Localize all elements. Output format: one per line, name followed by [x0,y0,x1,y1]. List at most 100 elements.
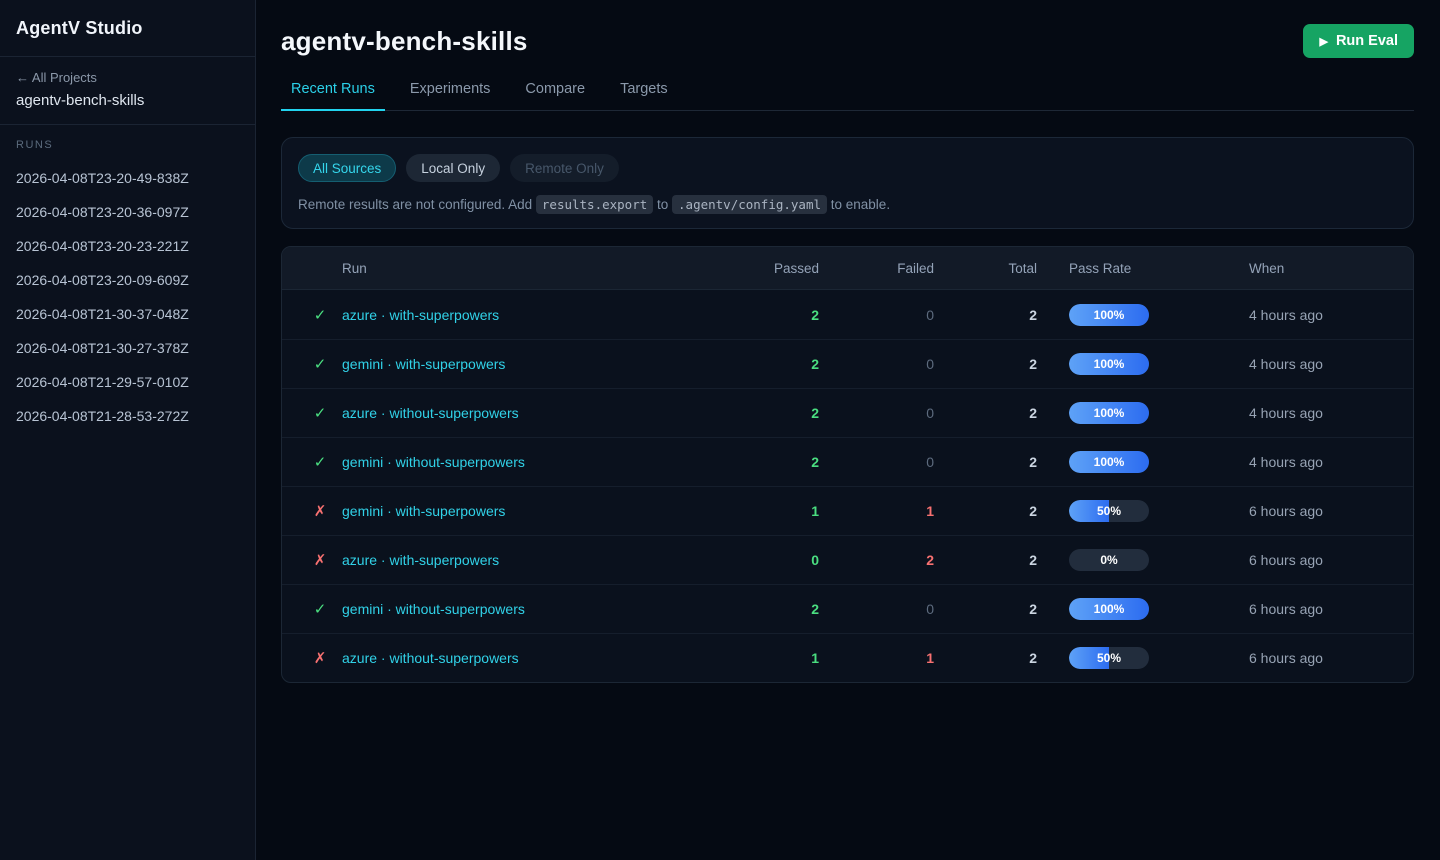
passed-cell: 1 [729,650,819,666]
sidebar-run-item[interactable]: 2026-04-08T21-30-37-048Z [16,297,239,331]
status-icon: ✗ [298,551,342,569]
table-row[interactable]: ✗ azure · without-superpowers 1 1 2 50% … [282,633,1413,682]
total-cell: 2 [934,454,1037,470]
when-cell: 4 hours ago [1249,356,1413,372]
source-filter-pills: All Sources Local Only Remote Only [298,154,1397,182]
total-cell: 2 [934,601,1037,617]
main-content: agentv-bench-skills ▶ Run Eval Recent Ru… [256,0,1440,860]
table-row[interactable]: ✓ gemini · without-superpowers 2 0 2 100… [282,437,1413,486]
table-row[interactable]: ✓ gemini · without-superpowers 2 0 2 100… [282,584,1413,633]
tab-bar: Recent Runs Experiments Compare Targets [281,81,1414,111]
run-link[interactable]: azure · with-superpowers [342,307,729,323]
sidebar-project-section: ← All Projects agentv-bench-skills [0,57,255,125]
total-cell: 2 [934,307,1037,323]
page-title: agentv-bench-skills [281,26,528,57]
table-row[interactable]: ✗ azure · with-superpowers 0 2 2 0% 6 ho… [282,535,1413,584]
app-title: AgentV Studio [16,18,239,39]
sidebar-header: AgentV Studio [0,0,255,57]
pass-rate-cell: 50% [1037,647,1249,669]
pass-rate-label: 100% [1069,353,1149,375]
source-filter-pill[interactable]: Local Only [406,154,500,182]
col-pass-rate: Pass Rate [1037,261,1249,276]
when-cell: 4 hours ago [1249,307,1413,323]
sidebar-project-name: agentv-bench-skills [16,92,239,109]
source-filter-pill[interactable]: Remote Only [510,154,619,182]
table-row[interactable]: ✗ gemini · with-superpowers 1 1 2 50% 6 … [282,486,1413,535]
runs-table: Run Passed Failed Total Pass Rate When ✓… [281,246,1414,683]
back-all-projects-link[interactable]: ← All Projects [16,70,239,85]
sidebar-run-item[interactable]: 2026-04-08T23-20-09-609Z [16,263,239,297]
tab[interactable]: Experiments [400,81,501,111]
note-middle: to [653,197,672,212]
status-icon: ✗ [298,649,342,667]
when-cell: 6 hours ago [1249,552,1413,568]
sidebar-run-item[interactable]: 2026-04-08T23-20-36-097Z [16,195,239,229]
code-results-export: results.export [536,195,653,214]
status-icon: ✓ [298,355,342,373]
pass-rate-label: 50% [1069,500,1149,522]
tab[interactable]: Targets [610,81,678,111]
pass-rate-cell: 100% [1037,304,1249,326]
failed-cell: 0 [819,405,934,421]
table-body: ✓ azure · with-superpowers 2 0 2 100% 4 … [282,290,1413,682]
passed-cell: 2 [729,356,819,372]
run-link[interactable]: azure · without-superpowers [342,650,729,666]
table-row[interactable]: ✓ azure · without-superpowers 2 0 2 100%… [282,388,1413,437]
note-suffix: to enable. [827,197,890,212]
pass-rate-label: 50% [1069,647,1149,669]
run-eval-button[interactable]: ▶ Run Eval [1303,24,1414,58]
failed-cell: 0 [819,356,934,372]
failed-cell: 1 [819,503,934,519]
when-cell: 4 hours ago [1249,454,1413,470]
total-cell: 2 [934,356,1037,372]
pass-rate-pill: 100% [1069,402,1149,424]
table-header-row: Run Passed Failed Total Pass Rate When [282,247,1413,290]
sidebar-run-item[interactable]: 2026-04-08T21-30-27-378Z [16,331,239,365]
col-passed: Passed [729,261,819,276]
when-cell: 6 hours ago [1249,601,1413,617]
pass-rate-label: 100% [1069,598,1149,620]
total-cell: 2 [934,405,1037,421]
run-link[interactable]: azure · with-superpowers [342,552,729,568]
sidebar-run-item[interactable]: 2026-04-08T21-29-57-010Z [16,365,239,399]
pass-rate-pill: 0% [1069,549,1149,571]
source-filter-pill[interactable]: All Sources [298,154,396,182]
runs-list: 2026-04-08T23-20-49-838Z2026-04-08T23-20… [16,161,239,433]
status-icon: ✓ [298,404,342,422]
when-cell: 6 hours ago [1249,650,1413,666]
passed-cell: 2 [729,601,819,617]
pass-rate-cell: 100% [1037,402,1249,424]
tab[interactable]: Recent Runs [281,81,385,111]
run-link[interactable]: gemini · with-superpowers [342,503,729,519]
run-link[interactable]: gemini · with-superpowers [342,356,729,372]
run-link[interactable]: azure · without-superpowers [342,405,729,421]
tab[interactable]: Compare [515,81,595,111]
table-row[interactable]: ✓ azure · with-superpowers 2 0 2 100% 4 … [282,290,1413,339]
pass-rate-label: 100% [1069,451,1149,473]
pass-rate-label: 100% [1069,304,1149,326]
pass-rate-pill: 50% [1069,500,1149,522]
code-config-yaml: .agentv/config.yaml [672,195,827,214]
run-link[interactable]: gemini · without-superpowers [342,601,729,617]
pass-rate-cell: 100% [1037,451,1249,473]
pass-rate-pill: 100% [1069,353,1149,375]
sidebar-run-item[interactable]: 2026-04-08T21-28-53-272Z [16,399,239,433]
sidebar-run-item[interactable]: 2026-04-08T23-20-23-221Z [16,229,239,263]
note-prefix: Remote results are not configured. Add [298,197,536,212]
sidebar-run-item[interactable]: 2026-04-08T23-20-49-838Z [16,161,239,195]
status-icon: ✓ [298,600,342,618]
col-run: Run [342,261,729,276]
passed-cell: 2 [729,405,819,421]
pass-rate-label: 0% [1069,549,1149,571]
pass-rate-label: 100% [1069,402,1149,424]
pass-rate-cell: 100% [1037,353,1249,375]
remote-config-note: Remote results are not configured. Add r… [298,197,1397,212]
run-link[interactable]: gemini · without-superpowers [342,454,729,470]
col-total: Total [934,261,1037,276]
pass-rate-pill: 100% [1069,304,1149,326]
when-cell: 4 hours ago [1249,405,1413,421]
table-row[interactable]: ✓ gemini · with-superpowers 2 0 2 100% 4… [282,339,1413,388]
pass-rate-cell: 50% [1037,500,1249,522]
pass-rate-pill: 100% [1069,451,1149,473]
col-when: When [1249,261,1413,276]
